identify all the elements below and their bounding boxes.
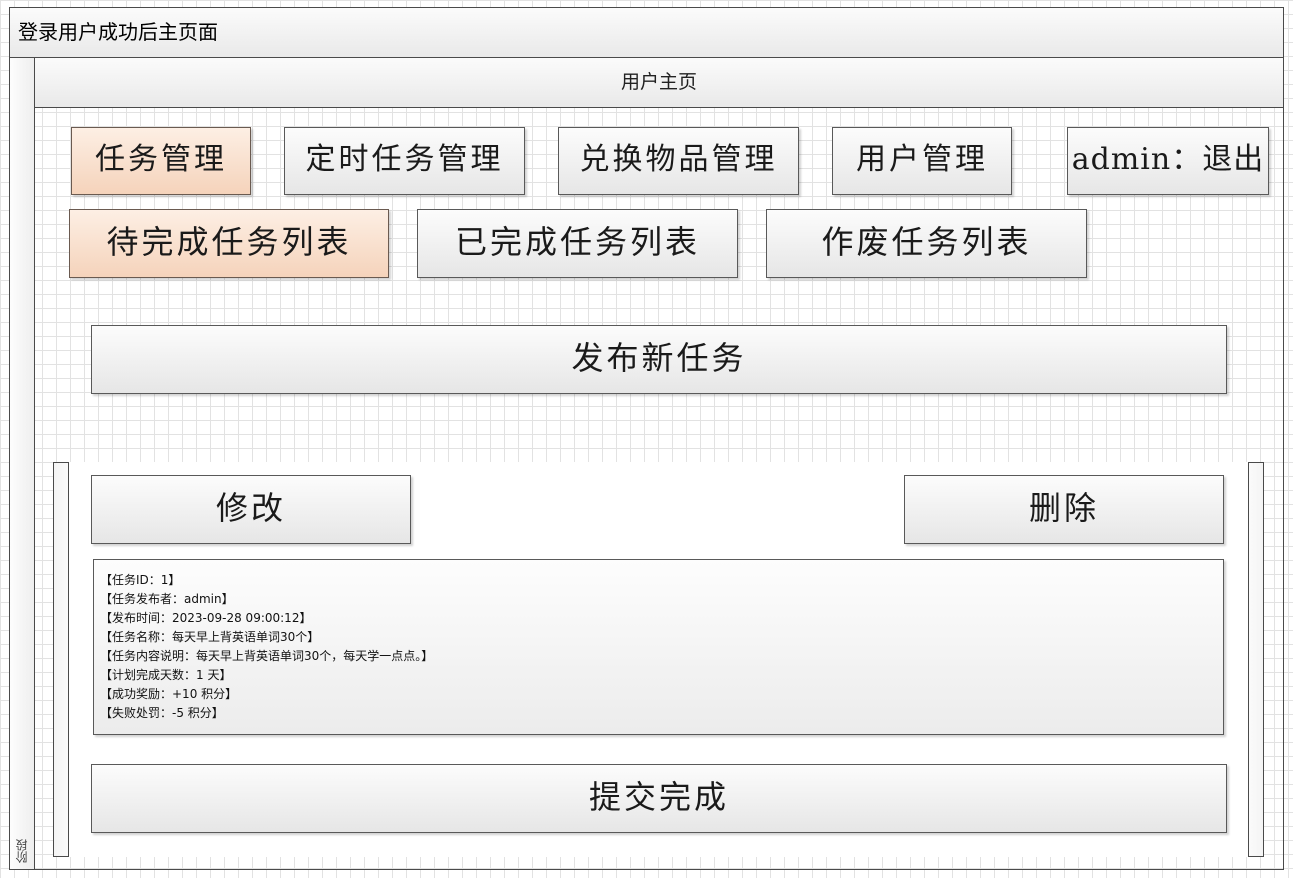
- nav-user-management-button[interactable]: 用户管理: [832, 127, 1012, 195]
- nav-exchange-items-management-button[interactable]: 兑换物品管理: [558, 127, 799, 195]
- tab-completed-tasks[interactable]: 已完成任务列表: [417, 209, 738, 278]
- task-publish-time: 【发布时间：2023-09-28 09:00:12】: [100, 611, 312, 625]
- task-failure-penalty: 【失败处罚：-5 积分】: [100, 706, 224, 720]
- tab-pending-tasks[interactable]: 待完成任务列表: [69, 209, 389, 278]
- publish-new-task-button[interactable]: 发布新任务: [91, 325, 1227, 394]
- task-description: 【任务内容说明：每天早上背英语单词30个，每天学一点点。】: [100, 649, 434, 663]
- lane-label: 阶段: [15, 839, 29, 863]
- task-planned-days: 【计划完成天数：1 天】: [100, 668, 232, 682]
- task-name: 【任务名称：每天早上背英语单词30个】: [100, 630, 320, 644]
- logout-button[interactable]: admin：退出: [1067, 127, 1269, 195]
- task-success-reward: 【成功奖励：+10 积分】: [100, 687, 238, 701]
- pool-title: 登录用户成功后主页面: [9, 7, 1284, 58]
- nav-task-management-button[interactable]: 任务管理: [71, 127, 251, 195]
- delete-task-button[interactable]: 删除: [904, 475, 1224, 544]
- task-publisher: 【任务发布者：admin】: [100, 592, 234, 606]
- nav-scheduled-task-management-button[interactable]: 定时任务管理: [284, 127, 525, 195]
- task-details: 【任务ID：1】 【任务发布者：admin】 【发布时间：2023-09-28 …: [93, 559, 1224, 735]
- task-id: 【任务ID：1】: [100, 573, 181, 587]
- submit-completion-button[interactable]: 提交完成: [91, 764, 1227, 833]
- tab-voided-tasks[interactable]: 作废任务列表: [766, 209, 1087, 278]
- edit-task-button[interactable]: 修改: [91, 475, 411, 544]
- page-title: 用户主页: [34, 57, 1284, 108]
- lane-strip: [9, 57, 35, 870]
